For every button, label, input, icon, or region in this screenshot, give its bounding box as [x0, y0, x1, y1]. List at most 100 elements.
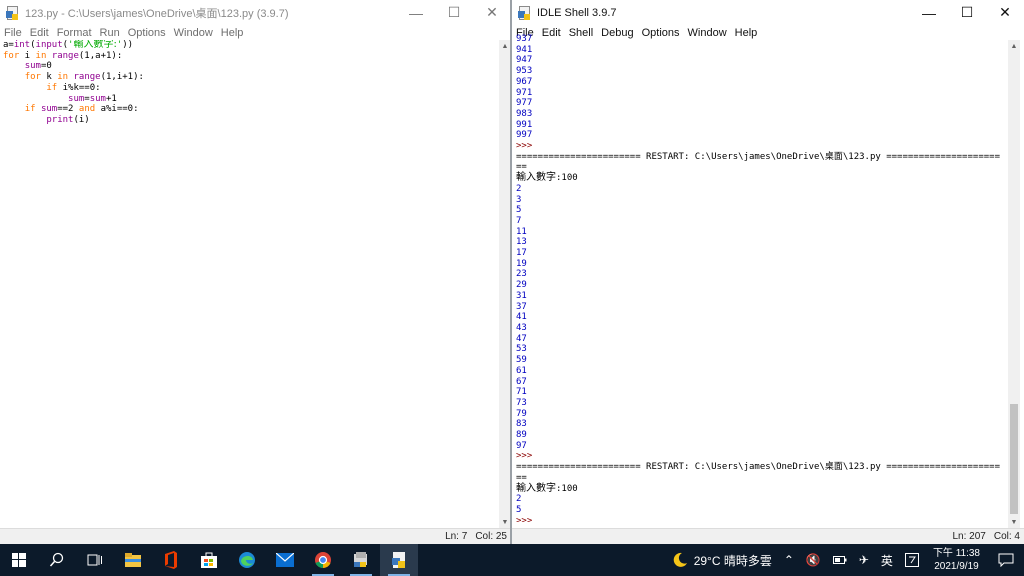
store-icon[interactable]	[190, 544, 228, 576]
output-line: 7	[516, 215, 522, 226]
output-line: 47	[516, 333, 527, 344]
code-line: sum=0	[24, 61, 52, 72]
output-line: ==	[516, 162, 527, 173]
output-line: 29	[516, 280, 527, 291]
column-number: Col: 25	[475, 531, 507, 542]
column-number: Col: 4	[993, 531, 1020, 542]
menu-edit[interactable]: Edit	[30, 27, 49, 39]
edge-icon[interactable]	[228, 544, 266, 576]
maximize-icon[interactable]: ☐	[435, 0, 473, 25]
shell-prompt: >>>	[516, 141, 538, 152]
menu-options[interactable]: Options	[128, 27, 166, 39]
output-line: 31	[516, 290, 527, 301]
close-icon[interactable]: ✕	[986, 0, 1024, 25]
output-line: 79	[516, 408, 527, 419]
output-line: 73	[516, 397, 527, 408]
output-line: 59	[516, 355, 527, 366]
code-line: sum=sum+1	[68, 93, 117, 104]
minimize-icon[interactable]: —	[910, 0, 948, 25]
output-line: 輸入數字:100	[516, 482, 578, 494]
python-idle-icon[interactable]	[342, 544, 380, 576]
menu-run[interactable]: Run	[100, 27, 120, 39]
output-line: 3	[516, 194, 522, 205]
scroll-thumb[interactable]	[1010, 404, 1018, 514]
ime-indicator[interactable]: 英	[875, 552, 899, 569]
weather-widget[interactable]: 29°C 晴時多雲	[666, 552, 778, 569]
ime-mode-icon[interactable]	[899, 553, 925, 567]
airplane-mode-icon[interactable]: ✈	[853, 553, 875, 567]
output-line: 61	[516, 365, 527, 376]
menu-file[interactable]: File	[4, 27, 22, 39]
shell-window: IDLE Shell 3.9.7 — ☐ ✕ File Edit Shell D…	[512, 0, 1024, 544]
code-line: if sum==2 and a%i==0:	[24, 104, 139, 115]
scroll-up-icon[interactable]: ▲	[1008, 40, 1020, 52]
shell-prompt: >>>	[516, 515, 538, 522]
shell-scrollbar[interactable]: ▲ ▼	[1008, 40, 1020, 528]
shell-title: IDLE Shell 3.9.7	[537, 6, 617, 19]
moon-icon	[673, 552, 687, 567]
output-line: ==	[516, 472, 527, 483]
output-line: 43	[516, 322, 527, 333]
python-file-icon	[518, 5, 532, 20]
scroll-down-icon[interactable]: ▼	[1008, 516, 1020, 528]
editor-menubar: File Edit Format Run Options Window Help	[0, 25, 511, 40]
notification-icon[interactable]	[988, 553, 1024, 567]
output-line: 19	[516, 258, 527, 269]
output-line: ======================= RESTART: C:\User…	[516, 151, 1000, 162]
output-line: 97	[516, 440, 527, 451]
clock[interactable]: 下午 11:38 2021/9/19	[925, 547, 988, 573]
start-icon[interactable]	[0, 544, 38, 576]
output-line: 983	[516, 108, 533, 119]
code-line: a=int(input('輸入數字:'))	[3, 40, 134, 50]
output-line: 53	[516, 344, 527, 355]
code-line: print(i)	[46, 114, 90, 125]
shell-statusbar: Ln: 207 Col: 4	[512, 528, 1024, 544]
output-line: ======================= RESTART: C:\User…	[516, 462, 1000, 473]
task-view-icon[interactable]	[76, 544, 114, 576]
clock-time: 下午 11:38	[932, 548, 980, 559]
output-line: 17	[516, 248, 527, 259]
output-line: 67	[516, 376, 527, 387]
chrome-icon[interactable]	[304, 544, 342, 576]
output-line: 13	[516, 237, 527, 248]
output-line: 41	[516, 312, 527, 323]
menu-format[interactable]: Format	[57, 27, 92, 39]
code-line: for k in range(1,i+1):	[24, 72, 144, 83]
shell-titlebar[interactable]: IDLE Shell 3.9.7 — ☐ ✕	[512, 0, 1024, 25]
maximize-icon[interactable]: ☐	[948, 0, 986, 25]
output-line: 977	[516, 98, 533, 109]
code-line: for i in range(1,a+1):	[3, 50, 123, 61]
output-line: 2	[516, 494, 522, 505]
output-line: 37	[516, 301, 527, 312]
idle-editor-icon[interactable]	[380, 544, 418, 576]
output-line: 83	[516, 419, 527, 430]
battery-icon[interactable]	[827, 555, 853, 565]
output-line: 5	[516, 205, 522, 216]
output-line: 輸入數字:100	[516, 172, 578, 184]
code-line: if i%k==0:	[46, 82, 101, 93]
output-line: 23	[516, 269, 527, 280]
minimize-icon[interactable]: —	[397, 0, 435, 25]
close-icon[interactable]: ✕	[473, 0, 511, 25]
shell-output[interactable]: 937 941 947 953 967 971 977 983 991 997 >>> ======…	[516, 34, 1006, 522]
system-tray: 29°C 晴時多雲 ⌃ 🔇 ✈ 英 下午 11:38 2021/9/19	[666, 544, 1024, 576]
output-line: 967	[516, 76, 533, 87]
output-line: 5	[516, 504, 522, 515]
taskbar: 29°C 晴時多雲 ⌃ 🔇 ✈ 英 下午 11:38 2021/9/19	[0, 544, 1024, 576]
code-editor[interactable]: a=int(input('輸入數字:')) for i in range(1,a+…	[3, 40, 497, 528]
clock-date: 2021/9/19	[934, 561, 979, 572]
menu-help[interactable]: Help	[221, 27, 244, 39]
speaker-muted-icon[interactable]: 🔇	[800, 553, 827, 567]
editor-statusbar: Ln: 7 Col: 25	[0, 528, 511, 544]
search-icon[interactable]	[38, 544, 76, 576]
output-line: 89	[516, 430, 527, 441]
office-icon[interactable]	[152, 544, 190, 576]
line-number: Ln: 207	[952, 531, 986, 542]
python-file-icon	[6, 5, 20, 20]
mail-icon[interactable]	[266, 544, 304, 576]
file-explorer-icon[interactable]	[114, 544, 152, 576]
menu-window[interactable]: Window	[174, 27, 213, 39]
output-line: 11	[516, 226, 527, 237]
editor-titlebar[interactable]: 123.py - C:\Users\james\OneDrive\桌面\123.…	[0, 0, 511, 25]
chevron-up-icon[interactable]: ⌃	[778, 553, 800, 567]
